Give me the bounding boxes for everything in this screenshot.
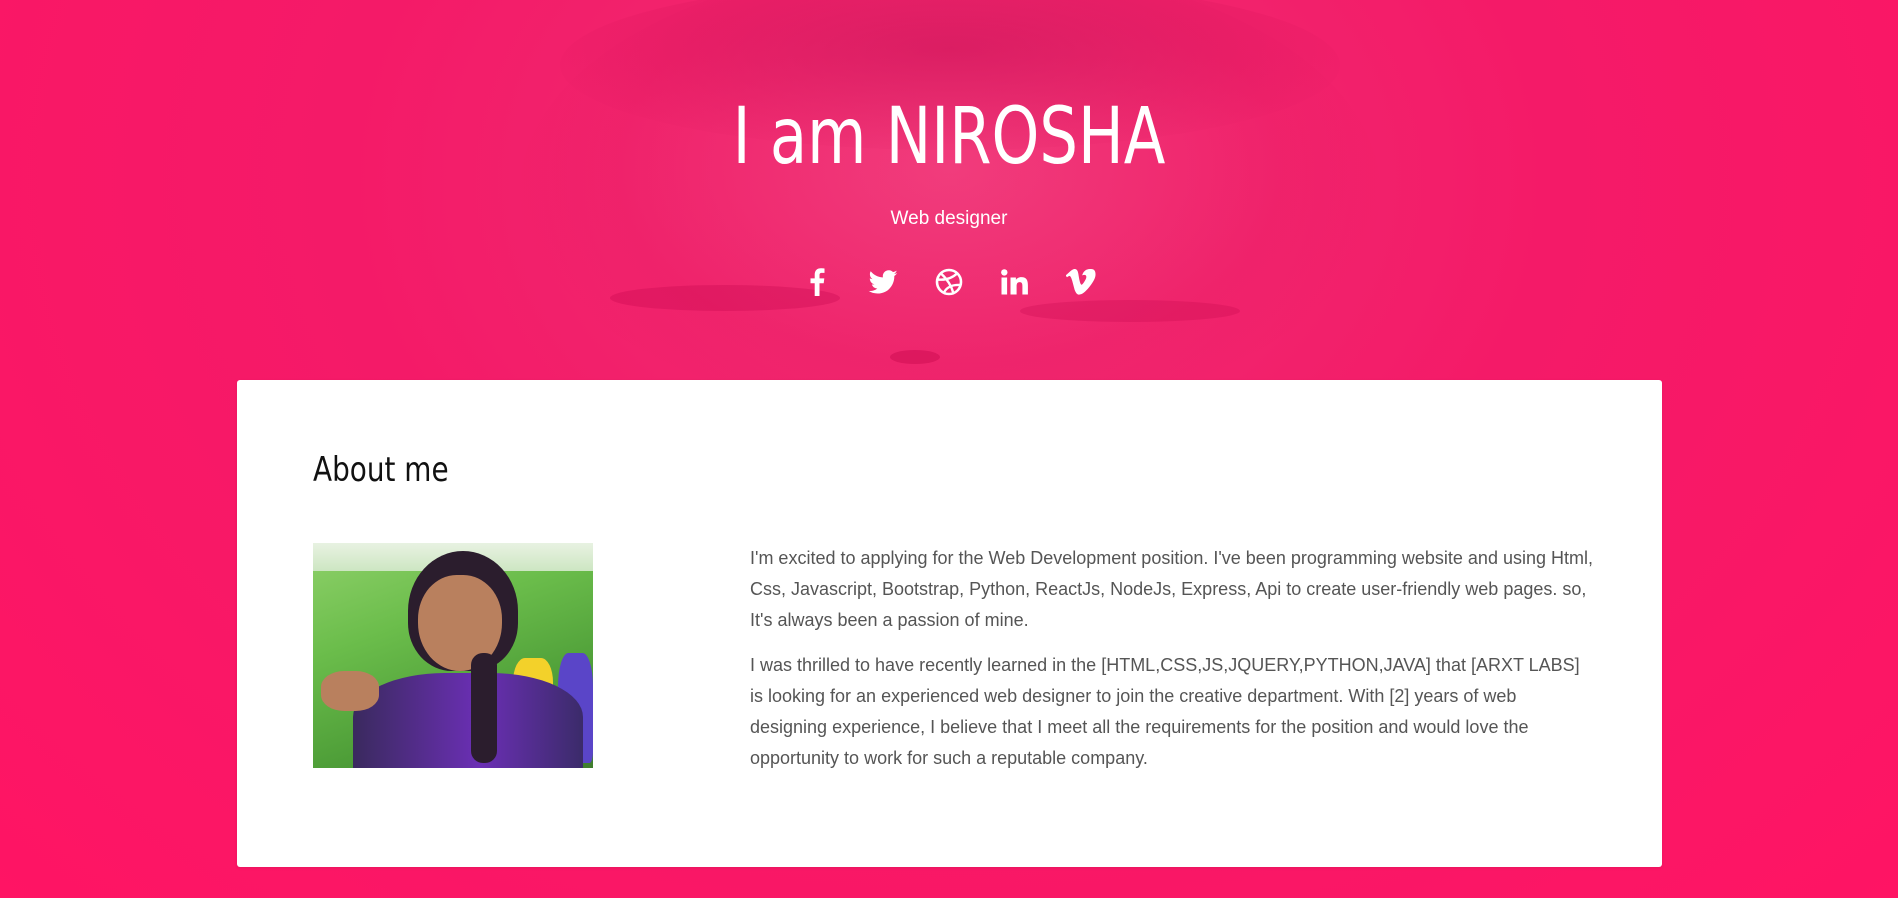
linkedin-icon[interactable]	[999, 266, 1031, 298]
photo-jacket	[353, 673, 583, 768]
vimeo-icon[interactable]	[1065, 266, 1097, 298]
hero-subtitle: Web designer	[890, 208, 1008, 229]
about-card: About me I'm excited to applying for the…	[237, 380, 1662, 867]
photo-braid	[471, 653, 497, 763]
photo-hand	[321, 671, 379, 711]
twitter-icon[interactable]	[867, 266, 899, 298]
about-text: I'm excited to applying for the Web Deve…	[750, 543, 1596, 788]
hero-title: I am NIROSHA	[732, 92, 1166, 182]
social-links	[0, 266, 1898, 298]
hero-portrait-eye	[890, 350, 940, 364]
about-paragraph: I'm excited to applying for the Web Deve…	[750, 548, 1593, 630]
hero-background	[0, 0, 1898, 390]
profile-photo	[313, 543, 593, 768]
about-paragraph: I was thrilled to have recently learned …	[750, 655, 1580, 768]
dribbble-icon[interactable]	[933, 266, 965, 298]
facebook-icon[interactable]	[801, 266, 833, 298]
hero-portrait-brow-right	[1020, 300, 1240, 322]
about-heading: About me	[313, 450, 449, 490]
